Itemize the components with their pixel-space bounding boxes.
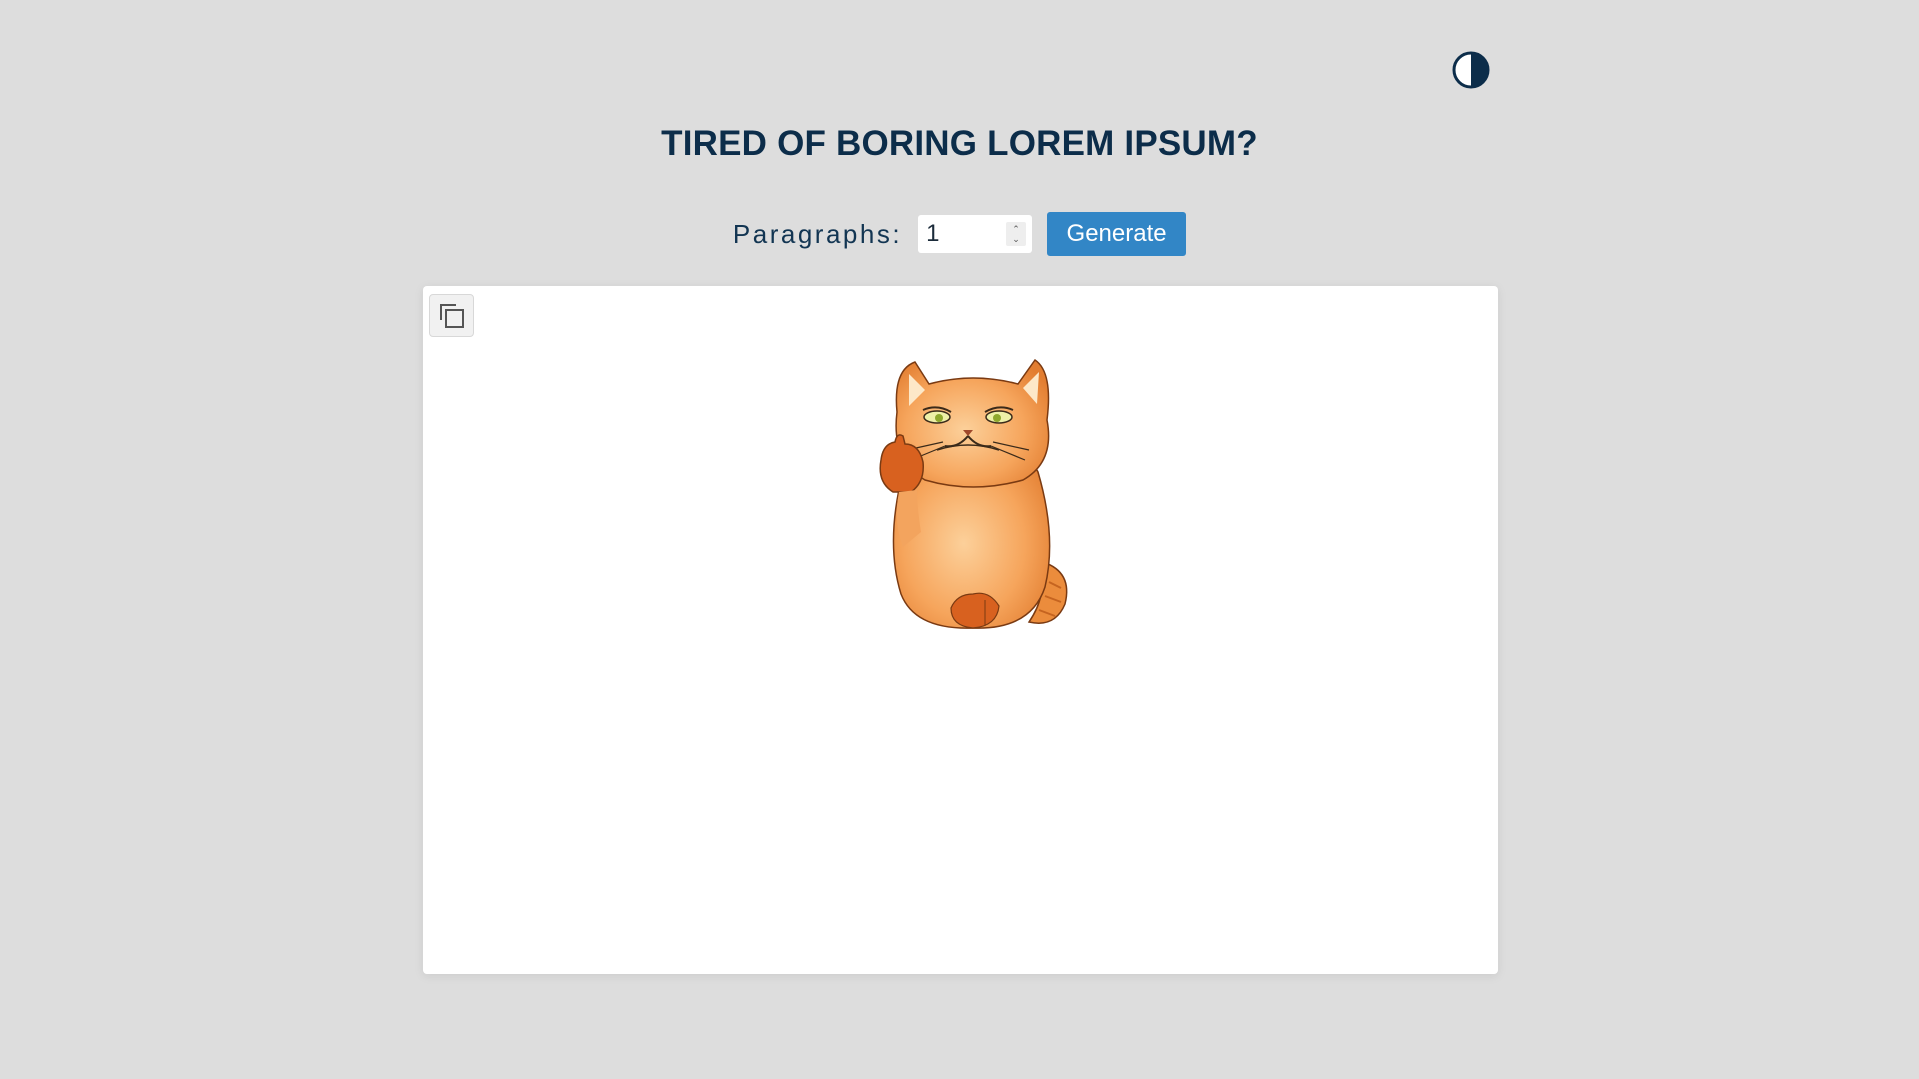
page-title: TIRED OF BORING LOREM IPSUM?	[661, 124, 1258, 163]
grumpy-cat-image	[879, 358, 1068, 629]
theme-toggle-button[interactable]	[1451, 50, 1491, 90]
stepper-up-icon[interactable]: ⌃	[1012, 224, 1020, 234]
stepper-buttons: ⌃ ⌄	[1006, 222, 1027, 246]
page: TIRED OF BORING LOREM IPSUM? Paragraphs:…	[0, 0, 1919, 1079]
copy-icon	[439, 303, 464, 328]
paragraphs-stepper: ⌃ ⌄	[918, 215, 1033, 253]
copy-button[interactable]	[429, 294, 474, 337]
generator-controls: Paragraphs: ⌃ ⌄ Generate	[0, 212, 1919, 256]
generate-button[interactable]: Generate	[1047, 212, 1187, 256]
contrast-icon	[1452, 51, 1490, 89]
paragraphs-label: Paragraphs:	[732, 218, 903, 249]
stepper-down-icon[interactable]: ⌄	[1012, 234, 1020, 244]
output-panel	[423, 286, 1498, 974]
